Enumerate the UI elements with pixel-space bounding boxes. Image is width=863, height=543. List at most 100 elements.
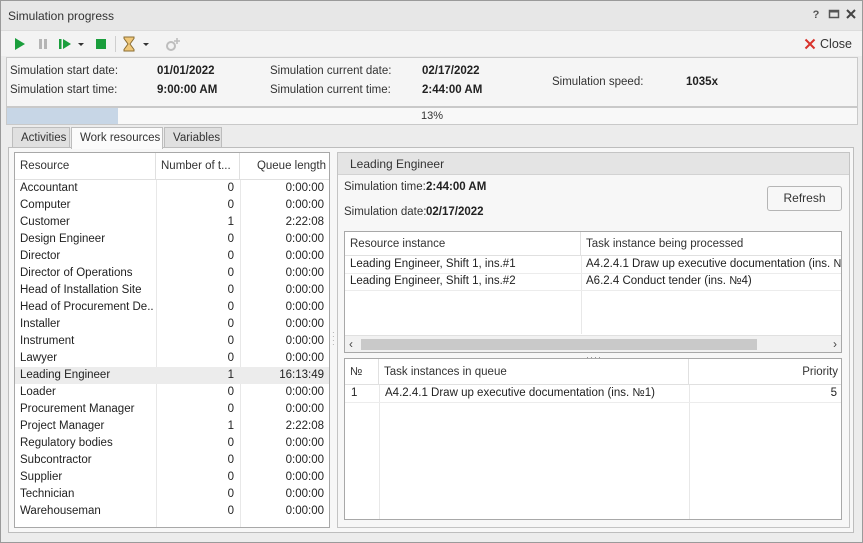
- task-count: 1: [227, 216, 234, 228]
- row-divider: [345, 290, 841, 291]
- instances-grid[interactable]: Resource instance Task instance being pr…: [344, 231, 842, 353]
- table-row[interactable]: Installer 0 0:00:00: [15, 316, 329, 333]
- resource-name: Design Engineer: [20, 233, 106, 245]
- queue-length: 0:00:00: [285, 182, 324, 194]
- scroll-left-icon[interactable]: ‹: [349, 337, 353, 351]
- column-header-number-sign[interactable]: №: [345, 359, 379, 385]
- tab-work-resources[interactable]: Work resources: [71, 127, 163, 149]
- title-bar: Simulation progress ?: [1, 1, 862, 30]
- queue-length: 0:00:00: [285, 250, 324, 262]
- queue-length: 0:00:00: [285, 301, 324, 313]
- task-count: 0: [227, 284, 234, 296]
- task-count: 0: [227, 437, 234, 449]
- resource-instance: Leading Engineer, Shift 1, ins.#1: [350, 258, 516, 270]
- start-date-value: 01/01/2022: [157, 65, 215, 77]
- priority: 5: [830, 387, 837, 399]
- task-count: 1: [227, 420, 234, 432]
- task-count: 0: [227, 386, 234, 398]
- table-row[interactable]: 1 A4.2.4.1 Draw up executive documentatio…: [345, 385, 841, 402]
- column-header-priority[interactable]: Priority: [689, 359, 841, 385]
- close-button[interactable]: Close: [804, 36, 852, 52]
- resource-instance: Leading Engineer, Shift 1, ins.#2: [350, 275, 516, 287]
- step-icon[interactable]: [57, 36, 85, 52]
- pause-icon[interactable]: [36, 36, 50, 52]
- table-row[interactable]: Head of Procurement De... 0 0:00:00: [15, 299, 329, 316]
- column-header-task-instance[interactable]: Task instance being processed: [581, 232, 841, 256]
- settings-icon[interactable]: [164, 36, 182, 52]
- resources-grid[interactable]: Resource Number of t... Queue length Acc…: [14, 152, 330, 528]
- resource-detail-panel: Leading Engineer Simulation time: 2:44:0…: [337, 152, 850, 528]
- queue-length: 0:00:00: [285, 352, 324, 364]
- task-instance: A4.2.4.1 Draw up executive documentation…: [586, 258, 842, 270]
- table-row[interactable]: Supplier 0 0:00:00: [15, 469, 329, 486]
- tab-variables[interactable]: Variables: [164, 127, 222, 148]
- table-row[interactable]: Leading Engineer 1 16:13:49: [15, 367, 329, 384]
- queue-number: 1: [351, 387, 358, 399]
- table-row[interactable]: Director of Operations 0 0:00:00: [15, 265, 329, 282]
- queue-length: 0:00:00: [285, 335, 324, 347]
- table-row[interactable]: Customer 1 2:22:08: [15, 214, 329, 231]
- table-row[interactable]: Regulatory bodies 0 0:00:00: [15, 435, 329, 452]
- speed-value: 1035x: [686, 76, 718, 88]
- table-row[interactable]: Head of Installation Site 0 0:00:00: [15, 282, 329, 299]
- queued-task: A4.2.4.1 Draw up executive documentation…: [385, 387, 655, 399]
- scroll-right-icon[interactable]: ›: [833, 337, 837, 351]
- close-label: Close: [820, 37, 852, 51]
- hourglass-icon[interactable]: [122, 36, 156, 52]
- table-row[interactable]: Warehouseman 0 0:00:00: [15, 503, 329, 520]
- resource-name: Head of Procurement De...: [20, 301, 154, 313]
- table-row[interactable]: Technician 0 0:00:00: [15, 486, 329, 503]
- resource-name: Lawyer: [20, 352, 58, 364]
- stop-icon[interactable]: [94, 36, 108, 52]
- resource-name: Head of Installation Site: [20, 284, 142, 296]
- refresh-button[interactable]: Refresh: [767, 186, 842, 211]
- table-row[interactable]: Lawyer 0 0:00:00: [15, 350, 329, 367]
- task-count: 1: [227, 369, 234, 381]
- resource-name: Computer: [20, 199, 71, 211]
- resource-name: Director of Operations: [20, 267, 133, 279]
- speed-label: Simulation speed:: [552, 76, 644, 88]
- resource-name: Warehouseman: [20, 505, 101, 517]
- close-icon: [804, 38, 816, 50]
- current-time-value: 2:44:00 AM: [422, 84, 483, 96]
- task-count: 0: [227, 352, 234, 364]
- play-icon[interactable]: [13, 36, 27, 52]
- tab-activities[interactable]: Activities: [12, 127, 70, 148]
- resource-name: Director: [20, 250, 61, 262]
- resource-name: Accountant: [20, 182, 78, 194]
- table-row[interactable]: Instrument 0 0:00:00: [15, 333, 329, 350]
- queue-length: 0:00:00: [285, 233, 324, 245]
- resource-name: Regulatory bodies: [20, 437, 113, 449]
- column-header-resource[interactable]: Resource: [15, 153, 156, 180]
- table-row[interactable]: Subcontractor 0 0:00:00: [15, 452, 329, 469]
- toolbar-separator: [115, 36, 116, 52]
- column-header-task-queue[interactable]: Task instances in queue: [379, 359, 689, 385]
- queue-length: 2:22:08: [285, 216, 324, 228]
- column-header-number[interactable]: Number of t...: [156, 153, 240, 180]
- help-icon[interactable]: ?: [809, 8, 823, 22]
- column-header-queue-length[interactable]: Queue length: [240, 153, 329, 180]
- table-row[interactable]: Procurement Manager 0 0:00:00: [15, 401, 329, 418]
- table-row[interactable]: Computer 0 0:00:00: [15, 197, 329, 214]
- task-instance: A6.2.4 Conduct tender (ins. №4): [586, 275, 752, 287]
- task-count: 0: [227, 182, 234, 194]
- task-count: 0: [227, 335, 234, 347]
- table-row[interactable]: Leading Engineer, Shift 1, ins.#2 A6.2.4 …: [345, 273, 841, 290]
- sim-date-label: Simulation date:: [344, 206, 427, 218]
- scrollbar-thumb[interactable]: [361, 339, 757, 350]
- table-row[interactable]: Accountant 0 0:00:00: [15, 180, 329, 197]
- close-window-icon[interactable]: [844, 8, 858, 22]
- queue-length: 0:00:00: [285, 437, 324, 449]
- resource-name: Supplier: [20, 471, 63, 483]
- horizontal-scrollbar[interactable]: ‹ ›: [345, 335, 841, 352]
- table-row[interactable]: Director 0 0:00:00: [15, 248, 329, 265]
- splitter-handle[interactable]: · · · ·: [332, 329, 335, 349]
- queue-grid[interactable]: № Task instances in queue Priority 1 A4.2…: [344, 358, 842, 520]
- table-row[interactable]: Loader 0 0:00:00: [15, 384, 329, 401]
- current-date-value: 02/17/2022: [422, 65, 480, 77]
- table-row[interactable]: Leading Engineer, Shift 1, ins.#1 A4.2.4.…: [345, 256, 842, 273]
- column-header-resource-instance[interactable]: Resource instance: [345, 232, 581, 256]
- table-row[interactable]: Project Manager 1 2:22:08: [15, 418, 329, 435]
- maximize-icon[interactable]: [827, 8, 841, 22]
- table-row[interactable]: Design Engineer 0 0:00:00: [15, 231, 329, 248]
